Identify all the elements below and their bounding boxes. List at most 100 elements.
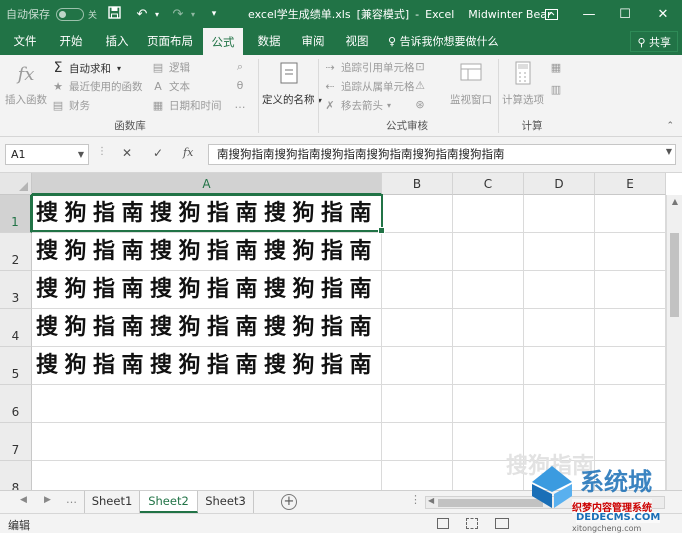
cell-a6[interactable] — [32, 385, 382, 423]
cell-d2[interactable] — [524, 233, 595, 271]
cell-d1[interactable] — [524, 195, 595, 233]
scroll-left-icon[interactable]: ◀ — [428, 496, 434, 505]
autosum-button[interactable]: Σ 自动求和 ▾ — [50, 60, 121, 76]
show-formulas-button[interactable]: ⊡ — [412, 60, 431, 73]
cell-a2[interactable]: 搜狗指南搜狗指南搜狗指南 — [32, 233, 382, 271]
splitter-icon[interactable]: ⋮ — [410, 493, 421, 506]
calc-options-button[interactable]: 计算选项 — [500, 61, 546, 107]
page-layout-view-icon[interactable] — [466, 518, 478, 529]
cell-c7[interactable] — [453, 423, 524, 461]
logical-button[interactable]: ▤ 逻辑 — [150, 60, 190, 75]
cell-c6[interactable] — [453, 385, 524, 423]
sheet-tab-sheet1[interactable]: Sheet1 — [84, 491, 140, 513]
cell-b1[interactable] — [382, 195, 453, 233]
column-header-a[interactable]: A — [32, 173, 382, 195]
cell-d5[interactable] — [524, 347, 595, 385]
tab-formulas[interactable]: 公式 — [203, 28, 243, 55]
expand-formula-icon[interactable]: ▼ — [666, 147, 672, 156]
row-header[interactable]: 1 — [0, 195, 32, 233]
autosave-toggle[interactable]: 自动保存 关 — [6, 0, 97, 28]
more-sheets-icon[interactable]: … — [66, 493, 77, 506]
name-box[interactable]: A1 ▼ — [5, 144, 89, 165]
drag-handle-icon[interactable]: ⋮ — [97, 146, 107, 157]
cell-a5[interactable]: 搜狗指南搜狗指南搜狗指南 — [32, 347, 382, 385]
cell-d8[interactable] — [524, 461, 595, 490]
remove-arrows-button[interactable]: ✗ 移去箭头 ▾ — [322, 98, 391, 113]
minimize-icon[interactable]: — — [572, 0, 606, 28]
defined-names-button[interactable]: 定义的名称 ▾ — [262, 61, 322, 107]
row-header[interactable]: 7 — [0, 423, 32, 461]
cell-d4[interactable] — [524, 309, 595, 347]
scroll-up-icon[interactable]: ▲ — [667, 197, 682, 206]
cancel-icon[interactable]: ✕ — [122, 146, 132, 160]
cell-b3[interactable] — [382, 271, 453, 309]
cell-e7[interactable] — [595, 423, 666, 461]
add-sheet-icon[interactable]: + — [281, 494, 297, 510]
column-header-e[interactable]: E — [595, 173, 666, 195]
trace-dependents-button[interactable]: ⇠ 追踪从属单元格 — [322, 79, 414, 94]
cell-b6[interactable] — [382, 385, 453, 423]
error-check-button[interactable]: ⚠ — [412, 79, 431, 92]
toggle-switch-icon[interactable] — [56, 7, 84, 21]
cell-a1[interactable]: 搜狗指南搜狗指南搜狗指南 — [32, 195, 382, 233]
cell-d6[interactable] — [524, 385, 595, 423]
enter-icon[interactable]: ✓ — [153, 146, 163, 160]
more-functions-button[interactable]: … — [232, 98, 251, 111]
tab-page-layout[interactable]: 页面布局 — [144, 28, 196, 55]
insert-function-icon[interactable]: fx — [183, 146, 193, 159]
redo-dropdown-icon[interactable]: ▾ — [188, 10, 198, 19]
row-header[interactable]: 6 — [0, 385, 32, 423]
cell-c4[interactable] — [453, 309, 524, 347]
close-icon[interactable]: ✕ — [646, 0, 680, 28]
column-header-c[interactable]: C — [453, 173, 524, 195]
redo-icon[interactable]: ↷ — [168, 7, 188, 22]
tab-view[interactable]: 视图 — [338, 28, 376, 55]
undo-icon[interactable]: ↶ — [132, 7, 152, 22]
cell-c1[interactable] — [453, 195, 524, 233]
cell-d7[interactable] — [524, 423, 595, 461]
watch-window-button[interactable]: 监视窗口 — [446, 61, 496, 107]
cell-a7[interactable] — [32, 423, 382, 461]
insert-function-button[interactable]: fx 插入函数 — [4, 61, 48, 107]
cell-d3[interactable] — [524, 271, 595, 309]
row-header[interactable]: 2 — [0, 233, 32, 271]
cell-b8[interactable] — [382, 461, 453, 490]
row-header[interactable]: 8 — [0, 461, 32, 490]
cell-a4[interactable]: 搜狗指南搜狗指南搜狗指南 — [32, 309, 382, 347]
cell-e6[interactable] — [595, 385, 666, 423]
evaluate-formula-button[interactable]: ⊛ — [412, 98, 431, 111]
customize-icon[interactable]: ▾ — [204, 9, 224, 19]
row-header[interactable]: 5 — [0, 347, 32, 385]
undo-dropdown-icon[interactable]: ▾ — [152, 10, 162, 19]
math-button[interactable]: θ — [232, 79, 251, 92]
lookup-button[interactable]: ⌕ — [232, 60, 251, 74]
cell-c5[interactable] — [453, 347, 524, 385]
cell-a3[interactable]: 搜狗指南搜狗指南搜狗指南 — [32, 271, 382, 309]
save-icon[interactable] — [104, 5, 124, 23]
next-sheet-icon[interactable]: ▶ — [44, 495, 51, 505]
text-button[interactable]: A 文本 — [150, 79, 190, 94]
cell-b4[interactable] — [382, 309, 453, 347]
tab-insert[interactable]: 插入 — [98, 28, 136, 55]
tab-file[interactable]: 文件 — [6, 28, 44, 55]
row-header[interactable]: 4 — [0, 309, 32, 347]
tell-me-box[interactable]: ♀ 告诉我你想要做什么 — [388, 28, 499, 55]
cell-e1[interactable] — [595, 195, 666, 233]
cell-a8[interactable] — [32, 461, 382, 490]
sheet-tab-sheet3[interactable]: Sheet3 — [198, 491, 254, 513]
cell-c8[interactable] — [453, 461, 524, 490]
calc-sheet-button[interactable]: ▥ — [548, 83, 567, 96]
cell-c2[interactable] — [453, 233, 524, 271]
sheet-tab-sheet2[interactable]: Sheet2 — [140, 491, 198, 513]
cell-e5[interactable] — [595, 347, 666, 385]
horizontal-scrollbar[interactable]: ◀ — [425, 496, 665, 509]
collapse-ribbon-icon[interactable]: ⌃ — [666, 121, 674, 131]
scroll-thumb[interactable] — [438, 499, 543, 507]
tab-review[interactable]: 审阅 — [294, 28, 332, 55]
page-break-view-icon[interactable] — [495, 518, 509, 529]
prev-sheet-icon[interactable]: ◀ — [20, 495, 27, 505]
tab-data[interactable]: 数据 — [250, 28, 288, 55]
scroll-thumb[interactable] — [670, 233, 679, 317]
row-header[interactable]: 3 — [0, 271, 32, 309]
select-all-button[interactable] — [0, 173, 32, 195]
